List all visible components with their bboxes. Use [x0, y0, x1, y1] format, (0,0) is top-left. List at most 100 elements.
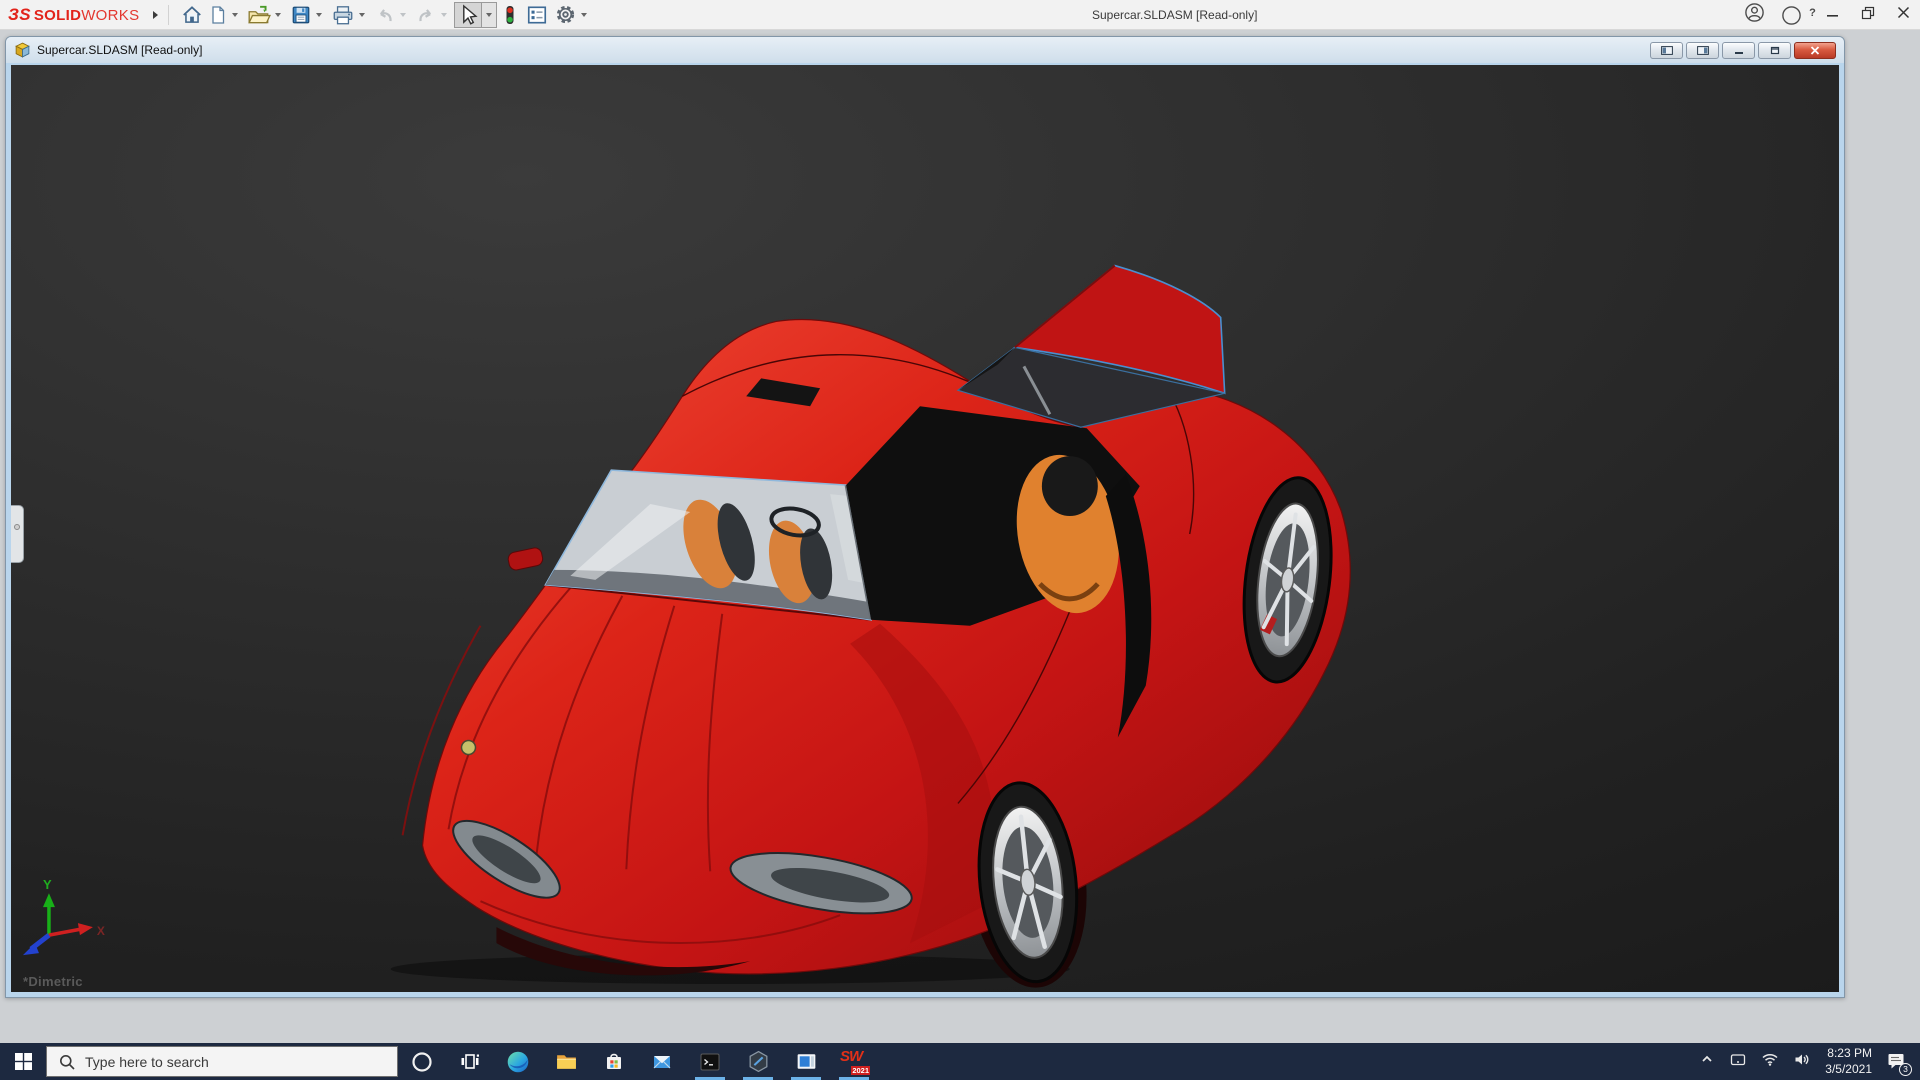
- open-dropdown[interactable]: [275, 13, 281, 17]
- taskbar-store[interactable]: [590, 1043, 638, 1080]
- close-button[interactable]: [1897, 6, 1910, 24]
- home-icon: [181, 4, 203, 26]
- window-title: Supercar.SLDASM [Read-only]: [1092, 8, 1257, 22]
- 3d-viewport[interactable]: Y X *Dimetric: [11, 65, 1839, 992]
- taskbar-task-view[interactable]: [446, 1043, 494, 1080]
- search-icon: [59, 1054, 75, 1070]
- undo-dropdown[interactable]: [400, 13, 406, 17]
- undo-button[interactable]: [372, 2, 412, 28]
- view-orientation-label: *Dimetric: [23, 974, 83, 989]
- select-tool-button[interactable]: [454, 2, 497, 28]
- command-prompt-icon: [698, 1050, 722, 1074]
- windows-logo-icon: [15, 1053, 32, 1070]
- taskbar-window-app[interactable]: [782, 1043, 830, 1080]
- restore-icon: [1861, 6, 1875, 20]
- tray-overflow-button[interactable]: [1699, 1051, 1715, 1072]
- account-icon: [1744, 2, 1765, 23]
- taskbar-clock[interactable]: 8:23 PM 3/5/2021: [1825, 1046, 1872, 1077]
- triad-x-label: X: [97, 924, 105, 938]
- cortana-icon: [410, 1050, 434, 1074]
- document-title-bar[interactable]: Supercar.SLDASM [Read-only]: [6, 37, 1844, 63]
- new-document-dropdown[interactable]: [232, 13, 238, 17]
- file-explorer-icon: [554, 1049, 579, 1074]
- redo-icon: [415, 4, 437, 26]
- brand-solid: SOLID: [34, 7, 81, 24]
- pane-left-icon: [1661, 46, 1673, 55]
- tray-volume-button[interactable]: [1793, 1051, 1811, 1073]
- new-document-button[interactable]: [206, 2, 244, 28]
- taskbar-command-prompt[interactable]: [686, 1043, 734, 1080]
- task-view-icon: [458, 1050, 482, 1074]
- options-gear-icon: [554, 3, 577, 26]
- options-dropdown[interactable]: [581, 13, 587, 17]
- featuremanager-collapsed-tab[interactable]: [11, 505, 24, 563]
- rebuild-traffic-icon: [500, 3, 520, 27]
- taskbar-edge[interactable]: [494, 1043, 542, 1080]
- close-icon: [1897, 6, 1910, 19]
- taskbar-search-box[interactable]: Type here to search: [46, 1046, 398, 1077]
- taskbar-mail[interactable]: [638, 1043, 686, 1080]
- file-properties-button[interactable]: [523, 2, 551, 28]
- redo-button[interactable]: [413, 2, 453, 28]
- help-glyph: ?: [1802, 7, 1823, 19]
- assembly-icon: [14, 42, 31, 59]
- wifi-icon: [1761, 1051, 1779, 1067]
- solidworks-app: ЗS SOLIDWORKS: [0, 0, 1920, 1080]
- next-window-button[interactable]: [1686, 42, 1719, 59]
- taskbar-hexagon-app[interactable]: [734, 1043, 782, 1080]
- restore-button[interactable]: [1861, 6, 1875, 25]
- orientation-triad[interactable]: Y X: [23, 877, 105, 955]
- open-folder-icon: [247, 4, 271, 26]
- account-button[interactable]: [1744, 2, 1765, 28]
- start-button[interactable]: [0, 1043, 46, 1080]
- divider: [168, 5, 169, 25]
- store-icon: [602, 1050, 626, 1074]
- taskbar-cortana[interactable]: [398, 1043, 446, 1080]
- minimize-icon: [1734, 46, 1744, 55]
- select-tool-dropdown[interactable]: [481, 3, 496, 27]
- redo-dropdown[interactable]: [441, 13, 447, 17]
- close-icon: [1810, 46, 1820, 55]
- document-title: Supercar.SLDASM [Read-only]: [37, 43, 202, 57]
- tray-network-button[interactable]: [1761, 1051, 1779, 1072]
- print-dropdown[interactable]: [359, 13, 365, 17]
- minimize-button[interactable]: [1826, 6, 1839, 24]
- main-title-bar: ЗS SOLIDWORKS: [0, 0, 1920, 30]
- menu-flyout-arrow-icon[interactable]: [153, 11, 158, 19]
- file-properties-icon: [525, 4, 549, 26]
- quick-access-toolbar: [179, 2, 593, 28]
- taskbar-solidworks[interactable]: SW 2021: [830, 1043, 878, 1080]
- system-tray: 8:23 PM 3/5/2021 3: [1699, 1046, 1920, 1077]
- new-document-icon: [208, 4, 228, 26]
- taskbar-file-explorer[interactable]: [542, 1043, 590, 1080]
- action-center-button[interactable]: 3: [1886, 1051, 1908, 1073]
- document-close-button[interactable]: [1794, 42, 1836, 59]
- chevron-up-icon: [1699, 1051, 1715, 1067]
- previous-window-button[interactable]: [1650, 42, 1683, 59]
- save-dropdown[interactable]: [316, 13, 322, 17]
- triad-y-label: Y: [43, 877, 52, 892]
- help-button[interactable]: ?: [1781, 5, 1802, 26]
- mail-icon: [650, 1050, 674, 1074]
- home-button[interactable]: [179, 2, 205, 28]
- solidworks-glyph: SW: [840, 1048, 862, 1065]
- undo-icon: [374, 4, 396, 26]
- tray-date: 3/5/2021: [1825, 1062, 1872, 1078]
- save-button[interactable]: [288, 2, 328, 28]
- mdi-area: Supercar.SLDASM [Read-only]: [0, 30, 1920, 1043]
- open-button[interactable]: [245, 2, 287, 28]
- expand-pane-icon: [14, 524, 20, 530]
- edge-icon: [505, 1049, 531, 1075]
- notification-badge: 3: [1899, 1063, 1912, 1076]
- rebuild-button[interactable]: [498, 2, 522, 28]
- window-app-icon: [794, 1049, 819, 1074]
- select-cursor-icon: [455, 3, 481, 27]
- document-restore-button[interactable]: [1758, 42, 1791, 59]
- hexagon-app-icon: [746, 1049, 771, 1074]
- restore-icon: [1770, 46, 1780, 55]
- search-placeholder: Type here to search: [85, 1054, 209, 1070]
- options-button[interactable]: [552, 2, 593, 28]
- document-minimize-button[interactable]: [1722, 42, 1755, 59]
- tray-tablet-button[interactable]: [1729, 1051, 1747, 1073]
- print-button[interactable]: [329, 2, 371, 28]
